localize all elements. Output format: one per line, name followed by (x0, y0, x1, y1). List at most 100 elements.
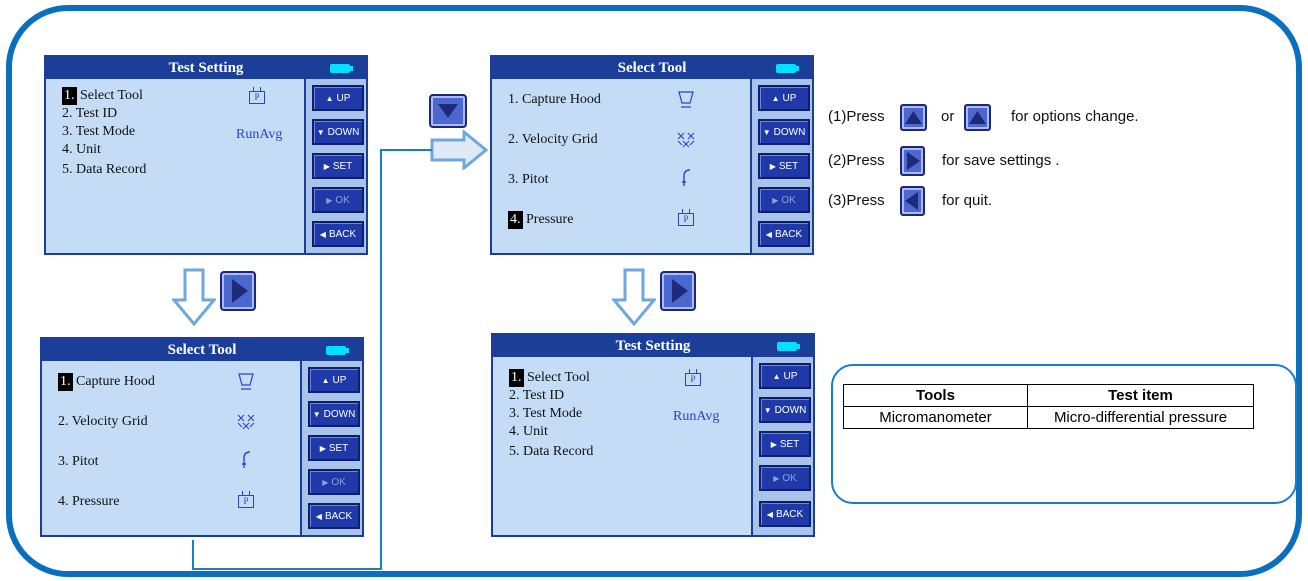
screen-title: Select Tool (492, 57, 812, 79)
button-label: BACK (774, 228, 803, 240)
pitot-icon (682, 169, 691, 186)
menu-item-test-id[interactable]: 2. Test ID (509, 387, 564, 405)
instruction-line-3-suffix: for quit. (942, 192, 992, 209)
down-button[interactable]: ▼ DOWN (758, 119, 810, 145)
back-button[interactable]: ◀ BACK (758, 221, 810, 247)
item-label: Pressure (526, 212, 574, 227)
menu-item-test-id[interactable]: 2. Test ID (62, 105, 117, 123)
right-arrow-icon: ▶ (770, 439, 777, 449)
menu-item-test-mode[interactable]: 3. Test Mode (62, 123, 135, 141)
pressure-icon: P (249, 87, 265, 104)
tool-item-capture-hood[interactable]: 1. Capture Hood (58, 373, 155, 391)
table-header-row: Tools Test item (843, 384, 1254, 407)
pitot-icon (242, 451, 251, 468)
table-cell: Micromanometer (843, 406, 1028, 429)
ok-button[interactable]: ▶ OK (759, 465, 811, 491)
down-button[interactable]: ▼ DOWN (312, 119, 364, 145)
button-label: UP (336, 92, 351, 104)
item-label: Select Tool (527, 370, 590, 385)
connector-line (380, 149, 432, 542)
set-button[interactable]: ▶ SET (312, 153, 364, 179)
instruction-text: for options change. (1011, 108, 1139, 125)
instruction-text: or (941, 108, 955, 125)
tool-item-pressure[interactable]: 4. Pressure (508, 211, 573, 229)
ok-button[interactable]: ▶ OK (308, 469, 360, 495)
ok-button[interactable]: ▶ OK (312, 187, 364, 213)
down-arrow-icon: ▼ (312, 409, 321, 419)
button-label: BACK (328, 228, 357, 240)
item-number: 3. (58, 454, 69, 469)
item-number: 2. (508, 132, 519, 147)
up-button[interactable]: ▲ UP (308, 367, 360, 393)
left-arrow-icon: ◀ (766, 509, 773, 519)
item-label: Velocity Grid (71, 414, 148, 429)
item-label: Test ID (75, 106, 118, 121)
test-mode-value: RunAvg (673, 409, 720, 424)
screen-select-tool-top: Select Tool 1. Capture Hood 2. Velocity … (490, 55, 814, 255)
up-button[interactable]: ▲ UP (759, 363, 811, 389)
table-header-cell: Test item (1027, 384, 1254, 407)
item-label: Unit (523, 424, 548, 439)
button-label: DOWN (773, 126, 806, 138)
capture-hood-icon (238, 373, 254, 390)
menu-item-select-tool[interactable]: 1. Select Tool (62, 87, 143, 105)
capture-hood-icon (678, 91, 694, 108)
back-button[interactable]: ◀ BACK (759, 501, 811, 527)
tool-item-pitot[interactable]: 3. Pitot (58, 453, 98, 471)
ok-button[interactable]: ▶ OK (758, 187, 810, 213)
button-label: OK (331, 476, 346, 488)
tools-table: Tools Test item Micromanometer Micro-dif… (843, 384, 1254, 429)
set-button[interactable]: ▶ SET (759, 431, 811, 457)
screen-content: 1. Select Tool 2. Test ID 3. Test Mode 4… (493, 357, 751, 535)
button-label: SET (778, 160, 799, 172)
button-label: DOWN (327, 126, 360, 138)
item-number: 3. (509, 406, 520, 421)
down-arrow-icon: ▼ (316, 127, 325, 137)
menu-item-test-mode[interactable]: 3. Test Mode (509, 405, 582, 423)
item-label: Data Record (523, 444, 594, 459)
item-label: Test Mode (522, 406, 583, 421)
item-number: 5. (62, 162, 73, 177)
up-arrow-icon: ▲ (325, 93, 334, 103)
left-key-icon (900, 186, 925, 216)
menu-item-unit[interactable]: 4. Unit (62, 141, 101, 159)
tool-item-velocity-grid[interactable]: 2. Velocity Grid (58, 413, 148, 431)
flow-down-arrow-icon (172, 268, 216, 326)
pressure-icon: P (678, 209, 694, 226)
item-number: 1. (58, 373, 73, 391)
screen-title-text: Test Setting (168, 60, 244, 76)
back-button[interactable]: ◀ BACK (308, 503, 360, 529)
menu-item-select-tool[interactable]: 1. Select Tool (509, 369, 590, 387)
up-button[interactable]: ▲ UP (312, 85, 364, 111)
set-button[interactable]: ▶ SET (308, 435, 360, 461)
tool-item-velocity-grid[interactable]: 2. Velocity Grid (508, 131, 598, 149)
menu-item-unit[interactable]: 4. Unit (509, 423, 548, 441)
tool-item-capture-hood[interactable]: 1. Capture Hood (508, 91, 601, 109)
item-label: Pressure (72, 494, 120, 509)
menu-item-data-record[interactable]: 5. Data Record (509, 443, 593, 461)
button-label: OK (335, 194, 350, 206)
right-arrow-icon: ▶ (322, 477, 329, 487)
button-label: SET (328, 442, 349, 454)
button-label: OK (781, 194, 796, 206)
menu-item-data-record[interactable]: 5. Data Record (62, 161, 146, 179)
set-button[interactable]: ▶ SET (758, 153, 810, 179)
item-number: 4. (58, 494, 69, 509)
down-button[interactable]: ▼ DOWN (759, 397, 811, 423)
tool-item-pitot[interactable]: 3. Pitot (508, 171, 548, 189)
set-key-icon (220, 271, 256, 311)
flow-right-arrow-icon (430, 130, 489, 170)
back-button[interactable]: ◀ BACK (312, 221, 364, 247)
item-number: 3. (62, 124, 73, 139)
item-label: Test ID (522, 388, 565, 403)
up-button[interactable]: ▲ UP (758, 85, 810, 111)
item-label: Unit (76, 142, 101, 157)
battery-icon (330, 64, 353, 73)
tool-item-pressure[interactable]: 4. Pressure (58, 493, 119, 511)
item-number: 4. (509, 424, 520, 439)
left-arrow-icon: ◀ (315, 511, 322, 521)
right-arrow-icon: ▶ (772, 195, 779, 205)
down-button[interactable]: ▼ DOWN (308, 401, 360, 427)
up-key-icon (900, 104, 927, 131)
flow-down-arrow-icon (612, 268, 656, 326)
